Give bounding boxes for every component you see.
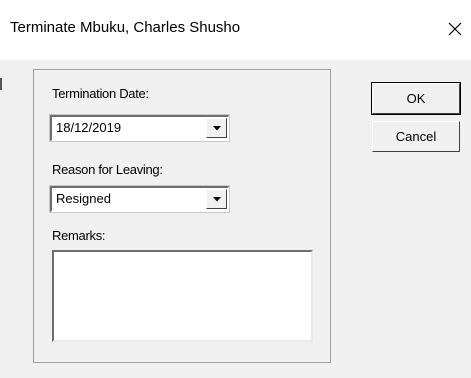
reason-for-leaving-label: Reason for Leaving: <box>52 162 163 177</box>
reason-for-leaving-value: Resigned <box>56 191 111 206</box>
cancel-button[interactable]: Cancel <box>372 121 460 152</box>
termination-date-dropdown-button[interactable] <box>206 118 227 138</box>
close-icon <box>448 22 462 36</box>
chevron-down-icon <box>212 196 221 201</box>
reason-for-leaving-dropdown[interactable]: Resigned <box>49 185 230 213</box>
termination-date-label: Termination Date: <box>52 86 149 101</box>
remarks-label: Remarks: <box>52 228 106 243</box>
remarks-textarea[interactable] <box>52 250 313 342</box>
window-edge-mark <box>0 78 2 90</box>
dialog-title: Terminate Mbuku, Charles Shusho <box>10 19 241 36</box>
reason-for-leaving-dropdown-button[interactable] <box>206 189 227 209</box>
title-bar: Terminate Mbuku, Charles Shusho <box>0 0 471 60</box>
terminate-dialog: Terminate Mbuku, Charles Shusho Terminat… <box>0 0 471 378</box>
close-button[interactable] <box>440 12 470 46</box>
termination-date-value: 18/12/2019 <box>56 120 122 135</box>
chevron-down-icon <box>212 125 221 130</box>
ok-button[interactable]: OK <box>371 82 461 115</box>
termination-date-dropdown[interactable]: 18/12/2019 <box>49 114 230 142</box>
